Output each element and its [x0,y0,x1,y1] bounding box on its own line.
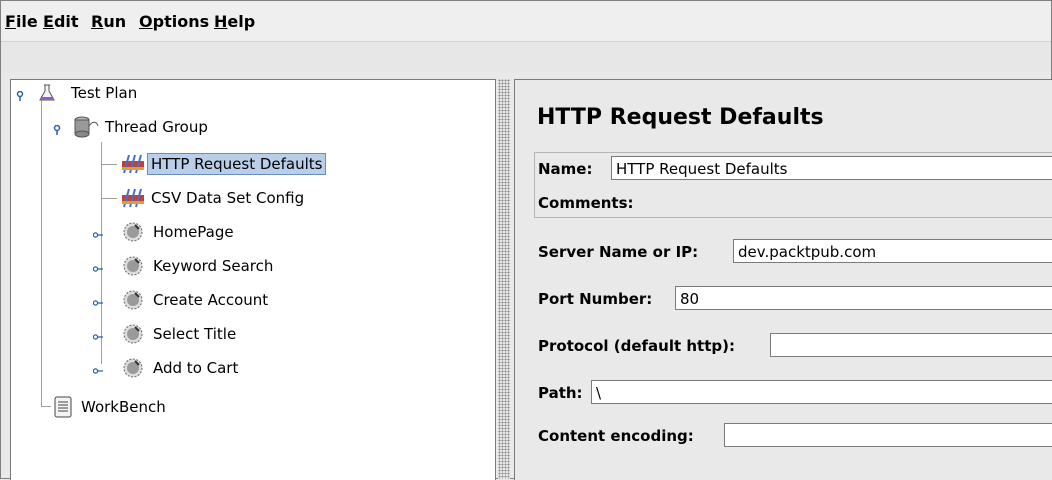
workbench-icon [54,396,72,418]
thread-group-icon [74,116,99,138]
encoding-row: Content encoding: [534,420,1052,452]
server-name-field[interactable]: dev.packtpub.com [733,239,1052,263]
controller-icon [123,324,143,344]
menu-file[interactable]: File [5,12,38,31]
tree-connector [41,96,42,406]
protocol-row: Protocol (default http): [534,330,1052,362]
collapsed-handle-icon[interactable] [93,298,103,308]
collapsed-handle-icon[interactable] [93,332,103,342]
controller-icon [123,358,143,378]
server-row: Server Name or IP: dev.packtpub.com [534,236,1052,268]
collapsed-handle-icon[interactable] [93,366,103,376]
tree-connector [101,142,102,364]
controller-icon [123,256,143,276]
flask-icon [39,84,55,101]
port-row: Port Number: 80 [534,283,1052,315]
config-panel: HTTP Request Defaults Name: HTTP Request… [514,79,1052,480]
path-row: Path: \ [534,377,1052,409]
menu-run[interactable]: Run [91,12,126,31]
panel-title: HTTP Request Defaults [537,105,824,130]
menu-edit[interactable]: Edit [43,12,79,31]
config-element-icon [122,154,144,174]
content-encoding-field[interactable] [724,423,1052,447]
port-number-field[interactable]: 80 [675,286,1052,310]
controller-icon [123,290,143,310]
protocol-field[interactable] [770,333,1052,357]
path-field[interactable]: \ [591,380,1052,404]
tree-connector [101,164,117,165]
expand-handle-icon[interactable] [53,125,63,135]
tree-connector [41,406,51,407]
collapsed-handle-icon[interactable] [93,264,103,274]
menu-bar: File Edit Run Options Help [1,1,1051,42]
menu-help[interactable]: Help [214,12,255,31]
tree-connector [101,198,117,199]
collapsed-handle-icon[interactable] [93,230,103,240]
test-plan-tree[interactable]: Test Plan Thread Group HTTP Request Defa… [10,79,496,480]
menu-options[interactable]: Options [139,12,209,31]
controller-icon [123,222,143,242]
config-element-icon [122,188,144,208]
split-pane-divider[interactable] [498,79,510,479]
toolbar-strip [1,42,1051,72]
name-field[interactable]: HTTP Request Defaults [611,156,1052,180]
name-row: Name: HTTP Request Defaults [534,153,1052,185]
expand-handle-icon[interactable] [16,91,26,101]
